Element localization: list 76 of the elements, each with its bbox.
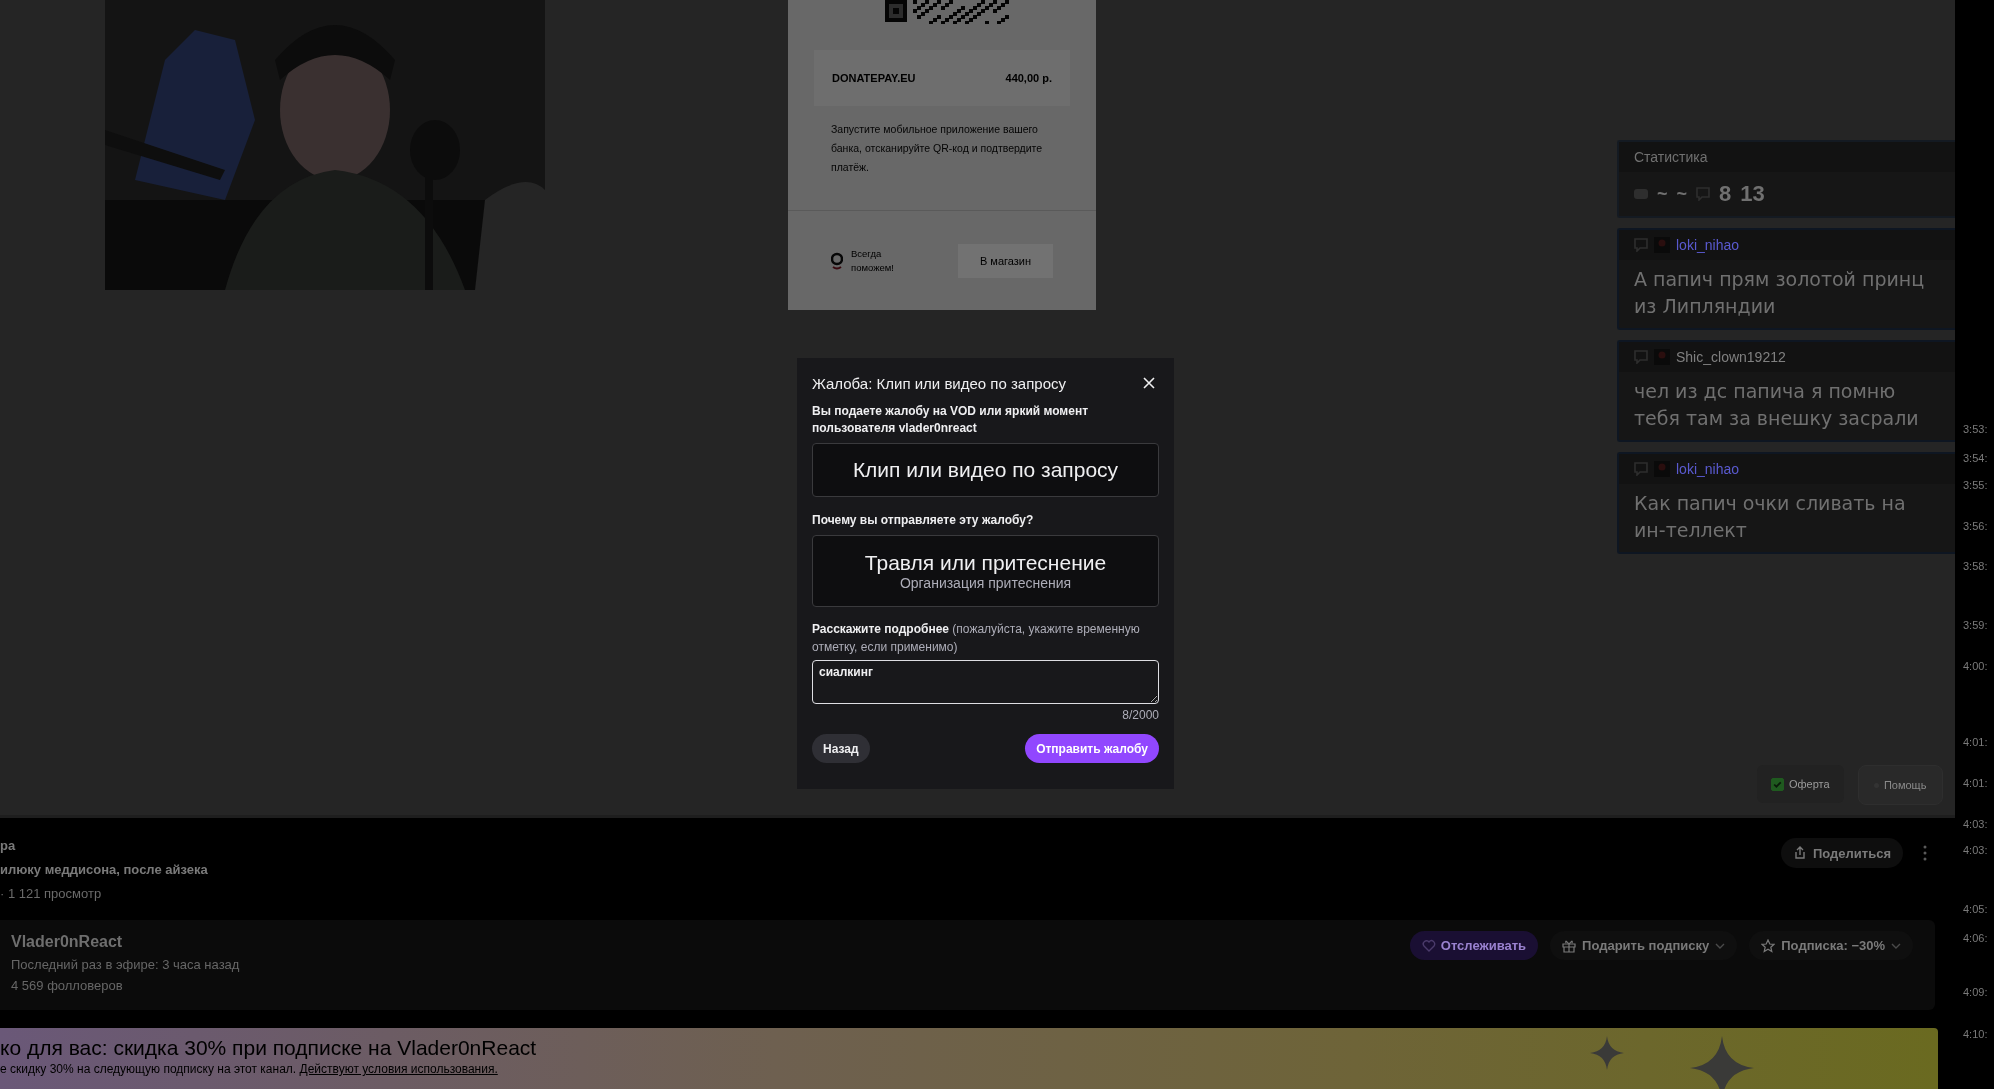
chat-timestamp: 4:00: xyxy=(1963,660,1988,672)
heart-icon xyxy=(1421,938,1436,953)
reason-selector[interactable]: Травля или притеснение Организация притеснения xyxy=(812,535,1159,607)
chat-username: loki_nihao xyxy=(1676,461,1740,477)
chat-timestamp: 3:53: xyxy=(1963,423,1988,435)
chat-username: Shic_clown19212 xyxy=(1676,349,1786,365)
view-count: · 1 121 просмотр xyxy=(0,886,103,901)
subscribe-button[interactable]: Подписка: −30% xyxy=(1749,931,1913,960)
help-button[interactable]: Помощь xyxy=(1857,765,1943,805)
stats-title: Статистика xyxy=(1634,149,1708,165)
payment-amount: 440,00 р. xyxy=(1005,72,1052,84)
stat-value: ~ xyxy=(1657,183,1668,205)
support-text: Всегда поможем! xyxy=(851,247,895,275)
dialog-intro: Вы подаете жалобу на VOD или яркий момент пользователя vlader0nreact xyxy=(812,403,1090,437)
chevron-down-icon xyxy=(1715,942,1726,949)
chat-timestamp: 4:10: xyxy=(1963,1028,1988,1040)
chat-message-text: чел из дс папича я помню тебя там за внешку засрали xyxy=(1633,379,1920,431)
star-icon xyxy=(1761,938,1776,953)
terms-link[interactable]: Действуют условия использования. xyxy=(299,1062,498,1076)
submit-button[interactable]: Отправить жалобу xyxy=(1025,734,1159,763)
dialog-title: Жалоба: Клип или видео по запросу xyxy=(812,374,1066,392)
channel-name[interactable]: Vlader0nReact xyxy=(11,933,240,951)
gift-icon xyxy=(1562,938,1577,953)
reason-label: Почему вы отправляете эту жалобу? xyxy=(812,512,1035,529)
chat-timestamp: 4:06: xyxy=(1963,932,1988,944)
avatar-icon xyxy=(1654,461,1670,477)
chat-bubble-icon xyxy=(1634,238,1648,252)
character-counter: 8/2000 xyxy=(1121,708,1159,724)
promo-title: ко для вас: скидка 30% при подписке на Vlader0nReact xyxy=(0,1036,537,1060)
bank-logo-icon xyxy=(831,252,843,270)
offer-checkbox[interactable]: Оферта xyxy=(1757,765,1844,803)
details-field[interactable]: сиалкинг xyxy=(812,660,1159,704)
chat-timestamp: 3:55: xyxy=(1963,479,1988,491)
stat-value: 8 xyxy=(1719,181,1732,207)
content-type-selector[interactable]: Клип или видео по запросу xyxy=(812,443,1159,497)
video-icon xyxy=(1634,187,1648,201)
more-icon[interactable] xyxy=(1923,845,1927,861)
sparkle-icon xyxy=(1590,1036,1624,1070)
chat-timestamp: 3:59: xyxy=(1963,619,1988,631)
gift-subscription-button[interactable]: Подарить подписку xyxy=(1550,931,1738,960)
chat-timestamp: 4:03: xyxy=(1963,844,1988,856)
chevron-down-icon xyxy=(1891,942,1901,949)
details-label: Расскажите подробнее (пожалуйста, укажите временную отметку, если применимо) xyxy=(812,621,1141,656)
chat-timestamp: 4:05: xyxy=(1963,903,1988,915)
video-title: ра xyxy=(0,838,17,853)
payment-service: DONATEPAY.EU xyxy=(832,72,916,84)
avatar-icon xyxy=(1654,349,1670,365)
chat-message-text: Как папич очки сливать на ин-теллект xyxy=(1633,491,1907,543)
stat-value: 13 xyxy=(1740,181,1765,207)
chat-timestamp: 3:54: xyxy=(1963,452,1988,464)
follow-button[interactable]: Отслеживать xyxy=(1409,931,1539,960)
qr-code-icon xyxy=(885,0,1009,24)
chat-timestamp: 4:03: xyxy=(1963,818,1988,830)
follower-count: 4 569 фолловеров xyxy=(11,978,124,993)
chat-timestamp: 3:56: xyxy=(1963,520,1988,532)
chat-username: loki_nihao xyxy=(1676,237,1740,253)
promo-text: е скидку 30% на следующую подписку на этот канал. xyxy=(0,1062,297,1076)
chat-message-text: А папич прям золотой принц из Липляндии xyxy=(1633,267,1926,319)
payment-instruction: Запустите мобильное приложение вашего банка, отсканируйте QR-код и подтвердите платёж. xyxy=(831,122,1044,175)
chat-bubble-icon xyxy=(1634,350,1648,364)
share-button[interactable]: Поделиться xyxy=(1780,838,1903,868)
back-button[interactable]: Назад xyxy=(812,734,870,763)
chat-bubble-icon xyxy=(1634,462,1648,476)
stat-value: ~ xyxy=(1676,183,1688,205)
share-icon xyxy=(1792,846,1807,860)
chat-timestamp: 3:58: xyxy=(1963,560,1988,572)
chat-timestamp: 4:01: xyxy=(1963,736,1988,748)
close-icon[interactable] xyxy=(1143,377,1155,389)
last-live-text: Последний раз в эфире: 3 часа назад xyxy=(11,957,240,972)
shop-button[interactable]: В магазин xyxy=(958,244,1053,278)
chat-bubble-icon xyxy=(1696,187,1711,201)
video-subtitle: илюку меддисона, после айзека xyxy=(0,862,208,877)
avatar-icon xyxy=(1654,237,1670,253)
chat-timestamp: 4:01: xyxy=(1963,777,1988,789)
sparkle-icon xyxy=(1690,1036,1754,1089)
chat-timestamp: 4:09: xyxy=(1963,986,1988,998)
